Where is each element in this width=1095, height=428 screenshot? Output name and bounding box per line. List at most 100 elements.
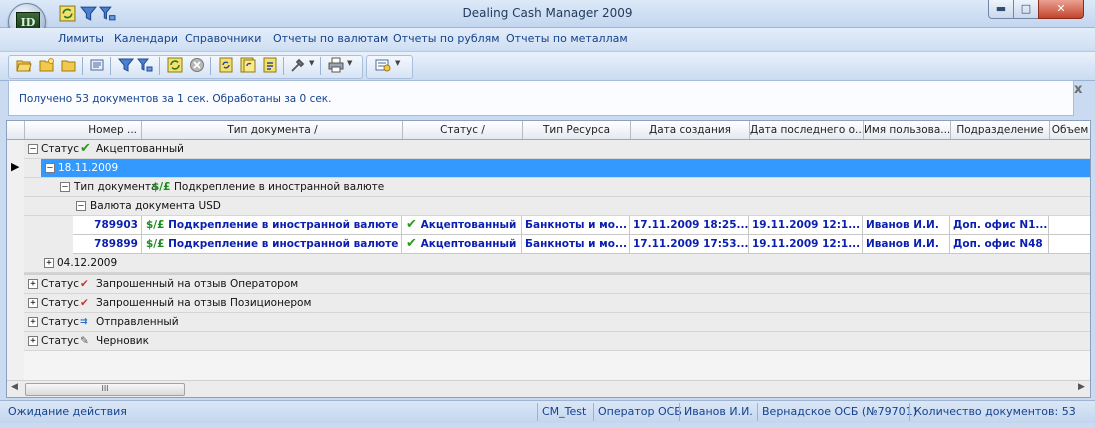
refresh-icon[interactable] bbox=[167, 57, 183, 73]
accepted-check-icon: ✔ bbox=[406, 236, 417, 251]
print-icon[interactable] bbox=[328, 57, 344, 73]
info-message: Получено 53 документов за 1 сек. Обработ… bbox=[19, 93, 332, 105]
col-division[interactable]: Подразделение bbox=[951, 121, 1050, 139]
table-row[interactable]: 789899 $/£ Подкрепление в иностранной ва… bbox=[73, 235, 1090, 254]
toolbar-separator bbox=[320, 57, 321, 75]
menu-directories[interactable]: Справочники bbox=[185, 32, 261, 45]
chevron-down-icon[interactable]: ▼ bbox=[347, 59, 352, 67]
refresh-icon[interactable] bbox=[59, 5, 76, 22]
group-value: Валюта документа USD bbox=[90, 200, 221, 212]
expand-icon[interactable]: + bbox=[44, 258, 54, 268]
expand-icon[interactable]: + bbox=[28, 298, 38, 308]
collapse-icon[interactable]: – bbox=[60, 182, 70, 192]
col-status[interactable]: Статус / bbox=[403, 121, 523, 139]
col-created[interactable]: Дата создания bbox=[631, 121, 750, 139]
group-value: Подкрепление в иностранной валюте bbox=[174, 181, 385, 193]
toolbar-separator bbox=[110, 57, 111, 75]
folder-icon[interactable] bbox=[61, 57, 77, 73]
scroll-left-icon[interactable]: ◀ bbox=[11, 382, 18, 392]
expand-icon[interactable]: + bbox=[28, 336, 38, 346]
cell-created: 17.11.2009 17:53... bbox=[631, 235, 749, 253]
table-row[interactable]: 789903 $/£ Подкрепление в иностранной ва… bbox=[73, 216, 1090, 235]
expand-icon[interactable]: + bbox=[28, 317, 38, 327]
collapse-icon[interactable]: – bbox=[76, 201, 86, 211]
group-row-doc-type[interactable]: – Тип документа $/£ Подкрепление в иност… bbox=[24, 178, 1090, 197]
group-prefix: Статус bbox=[41, 143, 79, 155]
group-row-status-sent[interactable]: + Статус ⇉ Отправленный bbox=[24, 313, 1090, 332]
close-button[interactable]: ✕ bbox=[1038, 0, 1084, 19]
menu-calendars[interactable]: Календари bbox=[114, 32, 178, 45]
group-row-status-accepted[interactable]: – Статус ✔ Акцептованный bbox=[24, 140, 1090, 159]
col-resource[interactable]: Тип Ресурса bbox=[523, 121, 631, 139]
status-branch: Вернадское ОСБ (№79701) bbox=[762, 405, 917, 418]
close-icon[interactable]: x bbox=[1074, 82, 1088, 97]
process-selected-icon[interactable] bbox=[262, 57, 278, 73]
status-separator bbox=[679, 403, 680, 421]
filter-clear-icon[interactable] bbox=[99, 5, 116, 22]
title-bar: Dealing Cash Manager 2009 ▬ □ ✕ bbox=[0, 0, 1095, 28]
currency-doc-icon: $/£ bbox=[146, 219, 165, 231]
group-value: Черновик bbox=[96, 335, 149, 347]
chevron-down-icon[interactable]: ▼ bbox=[309, 59, 314, 67]
process-icon[interactable] bbox=[218, 57, 234, 73]
view-settings-icon[interactable] bbox=[375, 57, 391, 73]
filter-icon[interactable] bbox=[118, 57, 134, 73]
cell-division: Доп. офис N1... bbox=[951, 216, 1049, 234]
new-folder-icon[interactable] bbox=[39, 57, 55, 73]
indent-area bbox=[24, 216, 73, 254]
group-value: 04.12.2009 bbox=[57, 257, 118, 269]
menu-currency-reports[interactable]: Отчеты по валютам bbox=[273, 32, 388, 45]
chevron-down-icon[interactable]: ▼ bbox=[395, 59, 400, 67]
menu-limits[interactable]: Лимиты bbox=[58, 32, 104, 45]
accepted-check-icon: ✔ bbox=[406, 217, 417, 232]
tools-icon[interactable] bbox=[290, 57, 306, 73]
stop-icon[interactable] bbox=[189, 57, 205, 73]
collapse-icon[interactable]: – bbox=[28, 144, 38, 154]
draft-pencil-icon: ✎ bbox=[80, 335, 89, 347]
cell-number: 789899 bbox=[73, 235, 142, 253]
scroll-right-icon[interactable]: ▶ bbox=[1078, 382, 1085, 392]
group-row-date-selected[interactable]: – 18.11.2009 bbox=[41, 159, 1090, 178]
scroll-thumb[interactable]: III bbox=[25, 383, 185, 396]
maximize-button[interactable]: □ bbox=[1013, 0, 1039, 19]
cell-doc-type: $/£ Подкрепление в иностранной валюте bbox=[143, 235, 402, 253]
cell-volume bbox=[1050, 216, 1090, 234]
group-value: Акцептованный bbox=[96, 143, 185, 155]
menu-ruble-reports[interactable]: Отчеты по рублям bbox=[393, 32, 500, 45]
row-pointer-icon: ▶ bbox=[11, 160, 20, 173]
currency-doc-icon: $/£ bbox=[152, 181, 171, 193]
minimize-button[interactable]: ▬ bbox=[988, 0, 1014, 19]
group-row-date-2[interactable]: + 04.12.2009 bbox=[24, 254, 1090, 273]
cell-status-text: Акцептованный bbox=[420, 219, 517, 231]
cell-doc-type-text: Подкрепление в иностранной валюте bbox=[168, 219, 399, 231]
menu-bar: Лимиты Календари Справочники Отчеты по в… bbox=[0, 28, 1095, 50]
filter-clear-icon[interactable] bbox=[137, 57, 153, 73]
collapse-icon[interactable]: – bbox=[45, 163, 55, 173]
expand-icon[interactable]: + bbox=[28, 279, 38, 289]
group-prefix: Статус bbox=[41, 316, 79, 328]
cell-status: ✔ Акцептованный bbox=[403, 235, 522, 253]
document-icon[interactable] bbox=[89, 57, 105, 73]
open-folder-icon[interactable] bbox=[16, 57, 32, 73]
col-user[interactable]: Имя пользова... bbox=[864, 121, 951, 139]
revoke-request-icon: ✔ bbox=[80, 297, 89, 309]
status-user: Иванов И.И. bbox=[684, 405, 753, 418]
col-number[interactable]: Номер ... bbox=[25, 121, 142, 139]
toolbar-separator bbox=[159, 57, 160, 75]
menu-metal-reports[interactable]: Отчеты по металлам bbox=[506, 32, 628, 45]
accepted-check-icon: ✔ bbox=[80, 141, 91, 156]
col-doc-type[interactable]: Тип документа / bbox=[143, 121, 403, 139]
process-all-icon[interactable] bbox=[240, 57, 256, 73]
group-row-status-draft[interactable]: + Статус ✎ Черновик bbox=[24, 332, 1090, 351]
group-row-currency[interactable]: – Валюта документа USD bbox=[24, 197, 1090, 216]
filter-icon[interactable] bbox=[80, 5, 97, 22]
cell-user: Иванов И.И. bbox=[864, 216, 950, 234]
cell-resource: Банкноты и мо... bbox=[523, 216, 630, 234]
horizontal-scrollbar[interactable]: ◀ III ▶ bbox=[7, 380, 1090, 397]
col-last-action[interactable]: Дата последнего о... bbox=[750, 121, 864, 139]
grid-header: Номер ... Тип документа / Статус / Тип Р… bbox=[7, 121, 1090, 140]
group-prefix: Тип документа bbox=[74, 181, 158, 193]
col-volume[interactable]: Объем bbox=[1050, 121, 1090, 139]
group-row-status-operator[interactable]: + Статус ✔ Запрошенный на отзыв Оператор… bbox=[24, 275, 1090, 294]
group-row-status-positioner[interactable]: + Статус ✔ Запрошенный на отзыв Позицион… bbox=[24, 294, 1090, 313]
